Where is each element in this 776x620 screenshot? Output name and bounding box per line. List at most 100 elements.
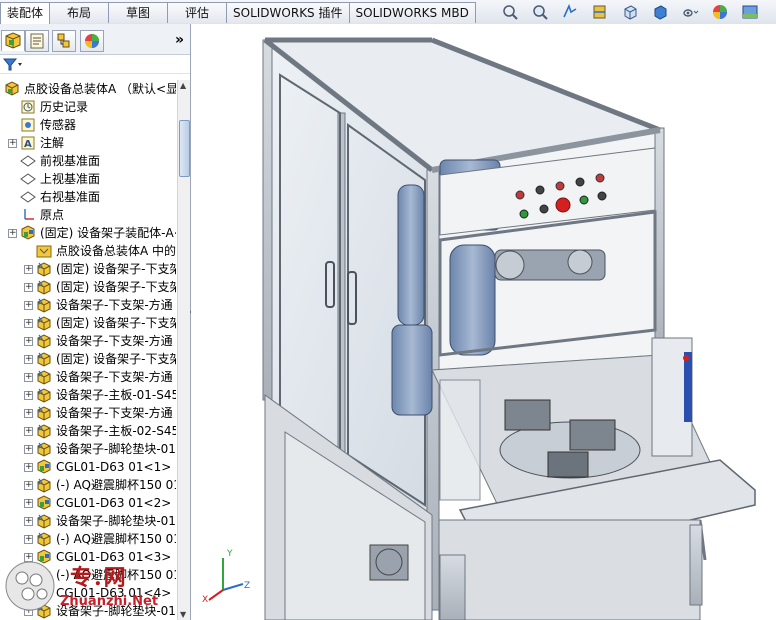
section-view-icon[interactable] bbox=[590, 3, 610, 21]
appearance-icon[interactable] bbox=[710, 3, 730, 21]
tree-item[interactable]: + (固定) 设备架子-下支架 bbox=[0, 350, 176, 368]
tree-item[interactable]: + 设备架子-主板-01-S45 bbox=[0, 386, 176, 404]
subassembly-icon bbox=[20, 225, 36, 241]
tree-item[interactable]: + A 注解 bbox=[0, 134, 176, 152]
scene-icon[interactable] bbox=[740, 3, 760, 21]
expand-toggle-icon[interactable]: + bbox=[24, 463, 33, 472]
emergency-stop bbox=[555, 197, 571, 213]
tree-item-label: 原点 bbox=[40, 208, 65, 222]
tree-item-label: (固定) 设备架子-下支架 bbox=[56, 352, 176, 366]
plane-icon bbox=[20, 153, 36, 169]
part-icon bbox=[36, 405, 52, 421]
tree-root-assembly[interactable]: 点胶设备总装体A （默认<显示 bbox=[0, 80, 176, 98]
view-orientation-icon[interactable] bbox=[620, 3, 640, 21]
tree-item[interactable]: + (固定) 设备架子-下支架 bbox=[0, 278, 176, 296]
tree-item[interactable]: + 设备架子-主板-02-S45 bbox=[0, 422, 176, 440]
tree-item[interactable]: + CGL01-D63 01<1> ( bbox=[0, 458, 176, 476]
filter-icon[interactable] bbox=[2, 56, 24, 75]
tree-item[interactable]: + (固定) 设备架子-下支架 bbox=[0, 260, 176, 278]
tree-item-label: 上视基准面 bbox=[40, 172, 101, 186]
part-icon bbox=[36, 333, 52, 349]
tree-item[interactable]: 右视基准面 bbox=[0, 188, 176, 206]
display-style-icon[interactable] bbox=[650, 3, 670, 21]
tree-item[interactable]: 历史记录 bbox=[0, 98, 176, 116]
tree-item[interactable]: + 设备架子-下支架-方通 bbox=[0, 296, 176, 314]
expand-toggle-icon[interactable]: + bbox=[8, 229, 17, 238]
robot-forearm bbox=[449, 244, 496, 356]
tree-item[interactable]: + (固定) 设备架子-下支架 bbox=[0, 314, 176, 332]
expand-toggle-icon[interactable]: + bbox=[24, 337, 33, 346]
subassembly-icon bbox=[36, 495, 52, 511]
origin-icon bbox=[20, 207, 36, 223]
tree-item-label: 设备架子-脚轮垫块-01 bbox=[56, 442, 176, 456]
tree-item[interactable]: 点胶设备总装体A 中的 bbox=[0, 242, 176, 260]
tab-layout[interactable]: 布局 bbox=[49, 2, 110, 23]
tree-item[interactable]: + 设备架子-脚轮垫块-01 bbox=[0, 440, 176, 458]
tree-item-label: (固定) 设备架子-下支架 bbox=[56, 262, 176, 276]
scroll-up-arrow-icon[interactable]: ▲ bbox=[180, 81, 186, 90]
tree-item[interactable]: + CGL01-D63 01<2> ( bbox=[0, 494, 176, 512]
subassembly-icon bbox=[36, 459, 52, 475]
expand-toggle-icon[interactable]: + bbox=[24, 481, 33, 490]
heads-up-view-toolbar bbox=[500, 3, 770, 21]
tree-item-label: 设备架子-下支架-方通 bbox=[56, 334, 173, 348]
feature-manager-panel: » 点胶设备总装体A （默认<显示 历史记录传感器 + A 注解前视基准面上视基准面右视… bbox=[0, 24, 191, 620]
displaymanager-tab[interactable] bbox=[80, 30, 104, 52]
hide-show-icon[interactable] bbox=[680, 3, 700, 21]
tree-item-label: 前视基准面 bbox=[40, 154, 101, 168]
expand-toggle-icon[interactable]: + bbox=[8, 139, 17, 148]
tab-solidworks-addins[interactable]: SOLIDWORKS 插件 bbox=[226, 2, 350, 23]
graphics-area[interactable]: Y Z X bbox=[191, 24, 776, 620]
expand-toggle-icon[interactable]: + bbox=[24, 445, 33, 454]
robot-arm-column bbox=[397, 184, 425, 326]
zoom-to-fit-icon[interactable] bbox=[500, 3, 520, 21]
tree-item[interactable]: 传感器 bbox=[0, 116, 176, 134]
manager-tabs: » bbox=[0, 24, 190, 55]
tree-item[interactable]: 上视基准面 bbox=[0, 170, 176, 188]
expand-toggle-icon[interactable]: + bbox=[24, 319, 33, 328]
tree-scrollbar[interactable]: ▲ ▼ bbox=[177, 80, 190, 620]
configurationmanager-tab[interactable] bbox=[52, 30, 76, 52]
part-icon bbox=[36, 513, 52, 529]
expand-toggle-icon[interactable]: + bbox=[24, 409, 33, 418]
tree-item[interactable]: + 设备架子-下支架-方通 bbox=[0, 404, 176, 422]
command-tabs: 装配体 布局 草图 评估 SOLIDWORKS 插件 SOLIDWORKS MB… bbox=[0, 2, 476, 24]
part-icon bbox=[36, 369, 52, 385]
zoom-area-icon[interactable] bbox=[530, 3, 550, 21]
tab-solidworks-mbd[interactable]: SOLIDWORKS MBD bbox=[348, 2, 476, 23]
expand-toggle-icon[interactable]: + bbox=[24, 427, 33, 436]
expand-toggle-icon[interactable]: + bbox=[24, 283, 33, 292]
expand-toggle-icon[interactable]: + bbox=[24, 499, 33, 508]
expand-toggle-icon[interactable]: + bbox=[24, 265, 33, 274]
displaymanager-icon bbox=[85, 34, 99, 48]
expand-toggle-icon[interactable]: + bbox=[24, 373, 33, 382]
tree-item[interactable]: + (-) AQ避震脚杯150 01 bbox=[0, 476, 176, 494]
propertymanager-tab[interactable] bbox=[25, 30, 49, 52]
tree-item[interactable]: + 设备架子-脚轮垫块-01 bbox=[0, 512, 176, 530]
left-guard bbox=[439, 379, 481, 501]
previous-view-icon[interactable] bbox=[560, 3, 580, 21]
expand-toggle-icon[interactable]: + bbox=[24, 535, 33, 544]
collapse-panel-button[interactable]: » bbox=[175, 32, 184, 48]
tree-item[interactable]: + 设备架子-下支架-方通 bbox=[0, 332, 176, 350]
sensor-icon bbox=[20, 117, 36, 133]
tree-item[interactable]: + (固定) 设备架子装配体-A< bbox=[0, 224, 176, 242]
expand-toggle-icon[interactable]: + bbox=[24, 355, 33, 364]
tree-item-label: CGL01-D63 01<2> ( bbox=[56, 496, 176, 510]
tree-item-label: 注解 bbox=[40, 136, 65, 150]
featuremanager-tab[interactable] bbox=[1, 30, 25, 51]
tab-sketch[interactable]: 草图 bbox=[108, 2, 169, 23]
tab-evaluate[interactable]: 评估 bbox=[167, 2, 228, 23]
tree-item[interactable]: + 设备架子-下支架-方通 bbox=[0, 368, 176, 386]
expand-toggle-icon[interactable]: + bbox=[24, 301, 33, 310]
tree-item[interactable]: 前视基准面 bbox=[0, 152, 176, 170]
history-icon bbox=[20, 99, 36, 115]
expand-toggle-icon[interactable]: + bbox=[24, 517, 33, 526]
triad-z-label: Z bbox=[244, 581, 250, 591]
tree-item-label: 传感器 bbox=[40, 118, 77, 132]
expand-toggle-icon[interactable]: + bbox=[24, 391, 33, 400]
tab-assembly[interactable]: 装配体 bbox=[0, 2, 51, 24]
scrollbar-thumb[interactable] bbox=[179, 120, 190, 177]
tree-item[interactable]: 原点 bbox=[0, 206, 176, 224]
tree-item[interactable]: + (-) AQ避震脚杯150 01 bbox=[0, 530, 176, 548]
